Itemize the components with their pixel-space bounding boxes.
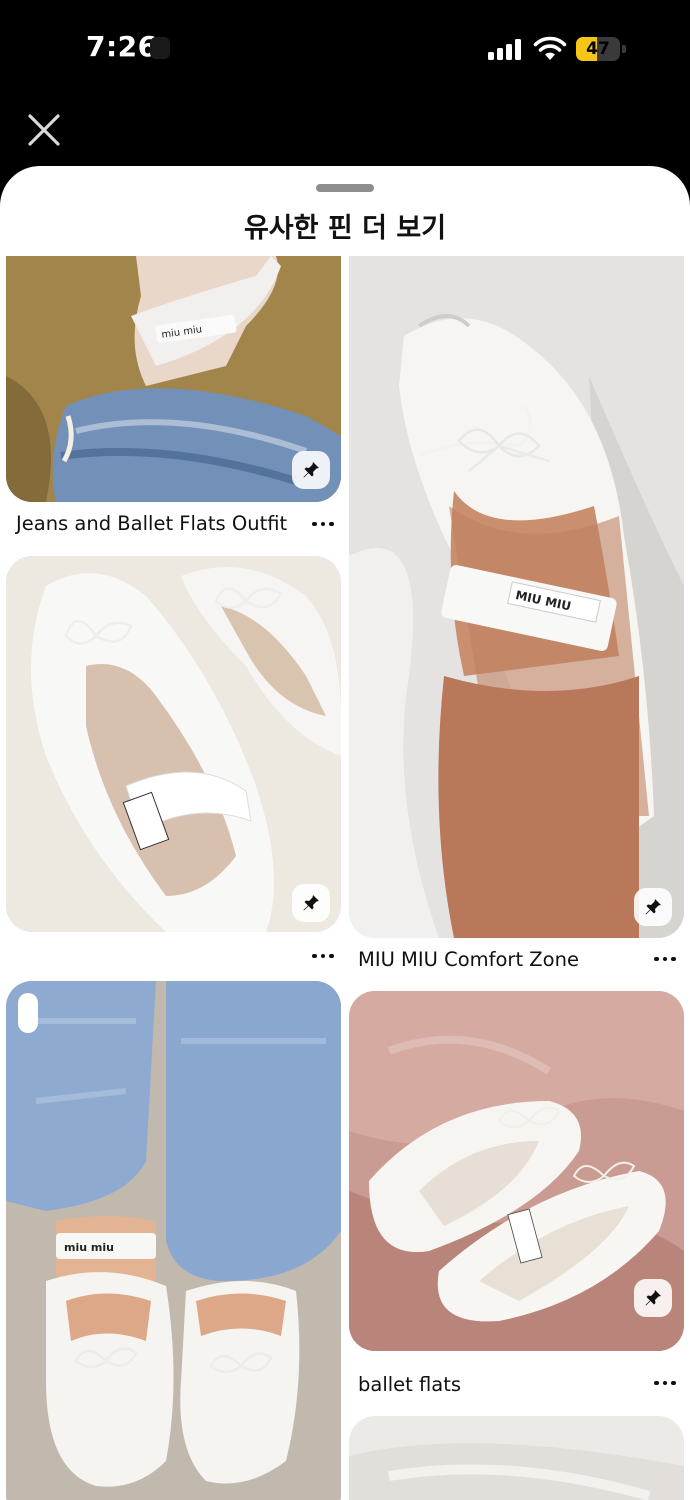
video-badge — [18, 993, 38, 1033]
sheet-title: 유사한 핀 더 보기 — [243, 213, 447, 244]
sheet-grabber[interactable] — [316, 184, 374, 192]
pin-title[interactable]: Jeans and Ballet Flats Outfit — [16, 512, 287, 535]
more-options-button[interactable] — [650, 1373, 680, 1393]
cellular-signal-icon — [488, 38, 524, 60]
svg-text:miu miu: miu miu — [64, 1241, 114, 1254]
pin-photo — [349, 1416, 684, 1500]
more-options-button[interactable] — [308, 514, 338, 534]
more-options-button[interactable] — [308, 946, 338, 966]
pushpin-icon — [645, 1290, 661, 1306]
pin-photo: miu miu — [6, 256, 341, 502]
save-pin-button[interactable] — [634, 1279, 672, 1317]
close-icon[interactable] — [26, 112, 62, 148]
pushpin-icon — [303, 895, 319, 911]
pin-image-jeans-flats-video[interactable]: miu miu — [6, 981, 341, 1500]
pin-image-miu-miu-comfort-zone[interactable]: MIU MIU — [349, 256, 684, 938]
status-bar: 7:26 47 — [0, 0, 690, 100]
pin-title[interactable]: MIU MIU Comfort Zone — [358, 948, 579, 971]
pin-photo — [6, 556, 341, 932]
save-pin-button[interactable] — [634, 888, 672, 926]
save-pin-button[interactable] — [292, 451, 330, 489]
battery-icon: 47 — [576, 37, 626, 61]
pin-photo: miu miu — [6, 981, 341, 1500]
wifi-icon — [533, 36, 567, 60]
pin-image-white-satin-flats[interactable] — [6, 556, 341, 932]
pin-photo: MIU MIU — [349, 256, 684, 938]
save-pin-button[interactable] — [292, 884, 330, 922]
status-time: 7:26 — [86, 30, 158, 63]
more-ideas-sheet: 유사한 핀 더 보기 miu miu Jeans and Ballet Flat… — [0, 166, 690, 1500]
battery-level: 47 — [586, 39, 610, 59]
status-privacy-blur — [150, 37, 170, 59]
pushpin-icon — [645, 899, 661, 915]
pin-image-ballet-flats[interactable] — [349, 991, 684, 1351]
pushpin-icon — [303, 462, 319, 478]
pin-title[interactable]: ballet flats — [358, 1373, 461, 1396]
more-options-button[interactable] — [650, 949, 680, 969]
pin-image-jeans-ballet-flats[interactable]: miu miu — [6, 256, 341, 502]
pin-image-partial[interactable] — [349, 1416, 684, 1500]
